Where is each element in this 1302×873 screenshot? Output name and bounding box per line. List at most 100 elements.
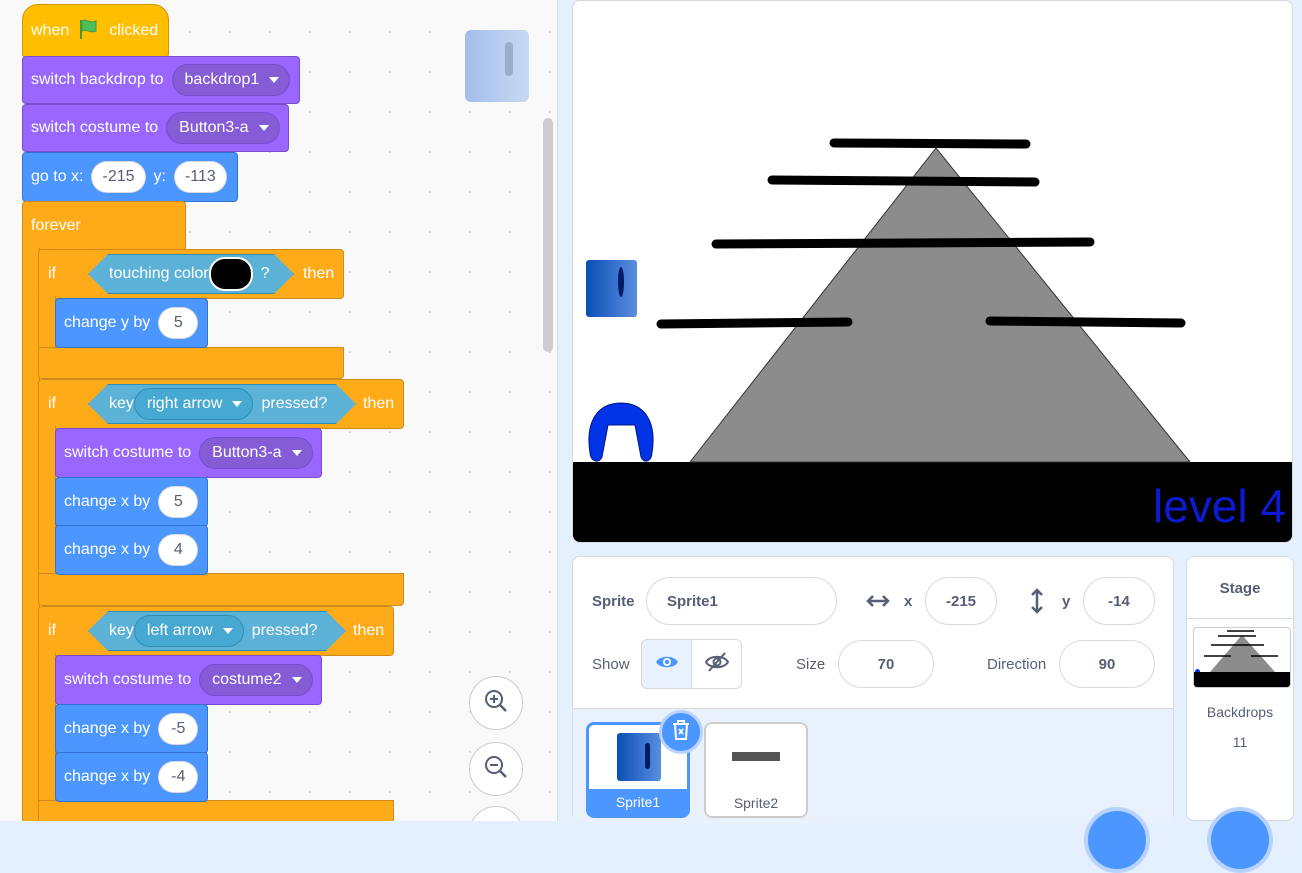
change-y-block[interactable]: change y by 5 [55,298,208,348]
vertical-scrollbar[interactable] [543,118,553,352]
change-y-label: change y by [64,314,151,331]
current-sprite-thumbnail [465,30,529,102]
key-dropdown[interactable]: left arrow [134,615,244,647]
zoom-in-button[interactable] [469,676,523,730]
zoom-reset-button[interactable] [469,806,523,821]
code-area[interactable]: when clicked switch backdrop to backdrop… [0,0,558,821]
switch-costume-block[interactable]: switch costume to Button3-a [55,428,322,478]
when-flag-clicked-block[interactable]: when clicked [22,4,169,58]
key-dropdown[interactable]: right arrow [134,388,254,420]
backdrop-dropdown[interactable]: backdrop1 [171,64,291,96]
change-y-input[interactable]: 5 [158,307,199,339]
zoom-out-button[interactable] [469,742,523,796]
stage-canvas [573,138,1292,542]
chevron-down-icon [223,628,233,634]
if-label: if [48,395,56,412]
then-label: then [353,622,385,639]
stage[interactable]: level 4 [572,0,1293,543]
backdrops-count: 11 [1232,734,1248,750]
sprite-tile-sprite2[interactable]: Sprite2 [704,722,808,818]
switch-backdrop-label: switch backdrop to [31,71,164,88]
when-label: when [31,22,70,39]
key-dropdown-value: left arrow [146,622,213,639]
costume-dropdown-value: Button3-a [179,119,249,136]
direction-input[interactable]: 90 [1059,640,1155,688]
if-label: if [48,265,56,282]
chevron-down-icon [291,677,302,683]
show-hidden-button[interactable] [691,639,742,689]
add-sprite-button[interactable] [1084,807,1150,873]
sprite-info-panel: Sprite Sprite1 x -215 y -14 Show Size 70… [572,556,1174,873]
direction-label: Direction [987,656,1047,673]
sprite-label: Sprite [592,593,635,610]
change-x-label: change x by [64,720,151,737]
switch-costume-label: switch costume to [31,119,159,136]
add-backdrop-button[interactable] [1207,807,1273,873]
question-mark: ? [260,265,270,282]
sprite-name-input[interactable]: Sprite1 [646,577,837,625]
chevron-down-icon [232,401,242,407]
color-swatch[interactable] [209,257,253,291]
pressed-label: pressed? [261,395,328,412]
change-x-input[interactable]: 5 [158,486,199,518]
size-input[interactable]: 70 [838,640,934,688]
go-to-xy-block[interactable]: go to x: -215 y: -113 [22,152,238,202]
backdrops-label: Backdrops [1206,704,1274,720]
stage-title: Stage [1219,580,1261,597]
clicked-label: clicked [109,22,159,39]
level-text: level 4 [1153,480,1286,532]
y-input[interactable]: -113 [173,161,227,193]
then-label: then [363,395,395,412]
change-x-input[interactable]: -4 [158,761,199,793]
costume-dropdown[interactable]: Button3-a [199,437,313,469]
eye-slash-icon [704,651,729,678]
if-right-arrow-arm [38,426,56,576]
costume-dropdown-value: Button3-a [212,444,282,461]
key-pressed-condition[interactable]: key right arrow pressed? [88,384,356,424]
x-position-input[interactable]: -215 [925,577,997,625]
key-pressed-condition[interactable]: key left arrow pressed? [88,611,346,651]
switch-costume-block[interactable]: switch costume to Button3-a [22,104,289,152]
go-to-label: go to x: [31,168,84,185]
if-touching-bottom [38,347,344,379]
if-label: if [48,622,56,639]
y-position-input[interactable]: -14 [1083,577,1155,625]
switch-backdrop-block[interactable]: switch backdrop to backdrop1 [22,56,300,104]
switch-costume-label: switch costume to [64,444,192,461]
change-x-block[interactable]: change x by -5 [55,704,208,754]
show-label: Show [592,656,630,673]
change-x-input[interactable]: 4 [158,534,199,566]
change-x-label: change x by [64,541,151,558]
change-x-block[interactable]: change x by -4 [55,752,208,802]
sprite1-on-stage [586,260,637,317]
show-visible-button[interactable] [641,639,692,689]
key-label: key [109,395,134,412]
change-x-input[interactable]: -5 [158,713,199,745]
sprite2-thumbnail [732,752,780,761]
chevron-down-icon [269,77,280,83]
if-left-arrow-bottom [38,800,394,821]
sprite1-thumbnail [617,733,661,781]
touching-color-condition[interactable]: touching color ? [88,254,294,294]
costume-dropdown[interactable]: costume2 [199,664,313,696]
x-input[interactable]: -215 [91,161,146,193]
green-flag-icon [77,17,101,46]
stage-selector-panel[interactable]: Stage Backdrops 11 [1186,556,1294,873]
if-touching-arm [38,296,56,350]
costume-dropdown-value: costume2 [212,671,282,688]
chevron-down-icon [258,125,269,131]
key-label: key [109,622,134,639]
switch-costume-label: switch costume to [64,671,192,688]
change-x-block[interactable]: change x by 5 [55,477,208,527]
delete-sprite-button[interactable] [659,710,703,754]
key-dropdown-value: right arrow [146,395,223,412]
sprite-list: Sprite1 Sprite2 [573,708,1173,873]
change-x-block[interactable]: change x by 4 [55,525,208,575]
change-x-label: change x by [64,768,151,785]
y-label: y [1062,593,1071,610]
costume-dropdown[interactable]: Button3-a [166,112,280,144]
change-x-label: change x by [64,493,151,510]
switch-costume-block[interactable]: switch costume to costume2 [55,655,322,705]
trash-icon [671,719,691,746]
zoom-out-icon [482,753,510,786]
